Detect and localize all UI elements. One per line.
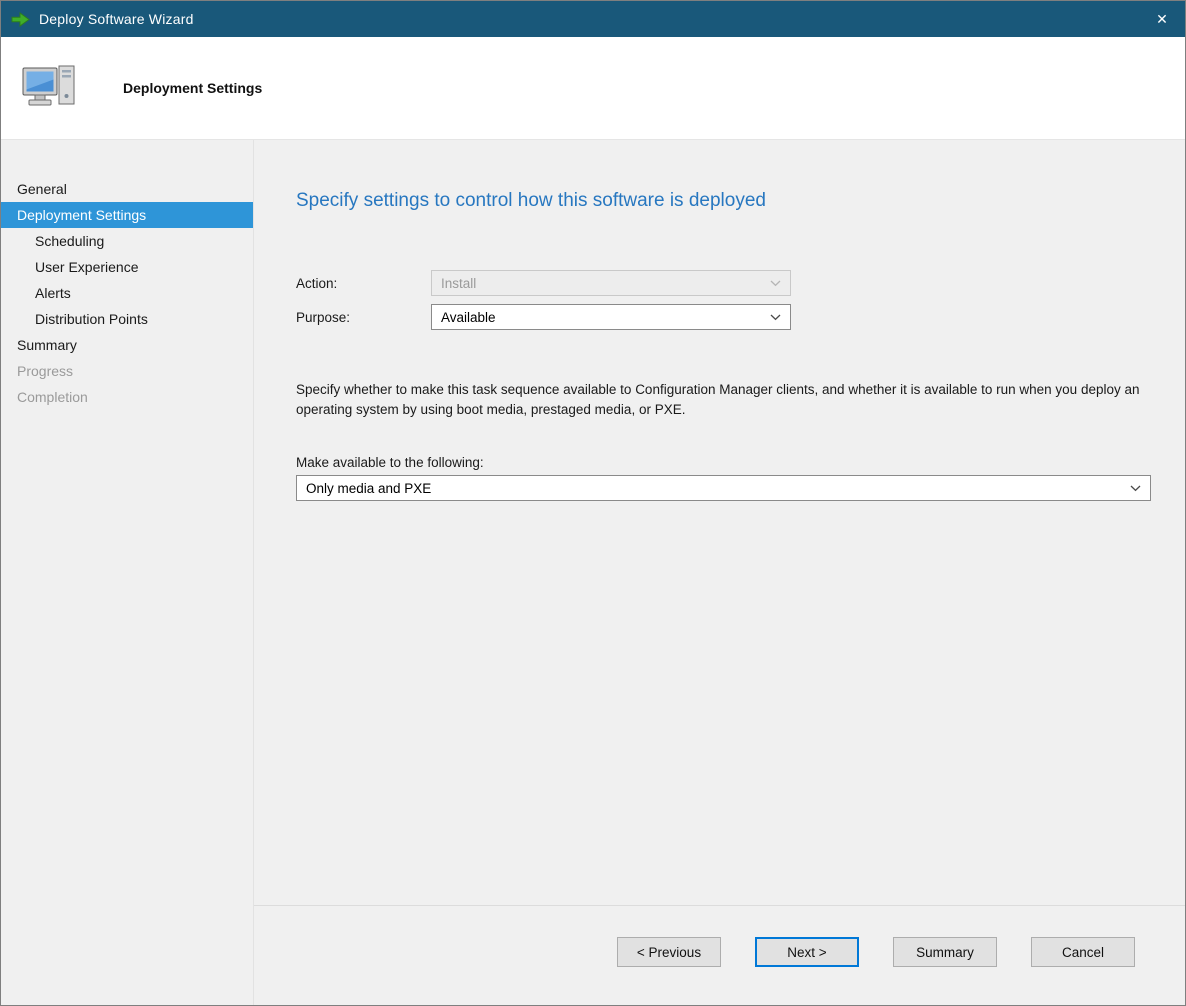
content-heading: Specify settings to control how this sof… xyxy=(296,190,1151,212)
close-icon[interactable]: ✕ xyxy=(1139,1,1185,37)
wizard-header: Deployment Settings xyxy=(1,37,1185,140)
action-value: Install xyxy=(441,276,476,291)
sidebar-item-scheduling[interactable]: Scheduling xyxy=(1,228,253,254)
chevron-down-icon xyxy=(770,314,781,321)
main-content: Specify settings to control how this sof… xyxy=(254,140,1185,905)
sidebar-item-completion: Completion xyxy=(1,384,253,410)
cancel-button[interactable]: Cancel xyxy=(1031,937,1135,967)
chevron-down-icon xyxy=(770,280,781,287)
make-available-label: Make available to the following: xyxy=(296,455,1151,470)
page-title: Deployment Settings xyxy=(123,80,262,96)
sidebar-item-distribution-points[interactable]: Distribution Points xyxy=(1,306,253,332)
purpose-value: Available xyxy=(441,310,496,325)
action-select: Install xyxy=(431,270,791,296)
window-title: Deploy Software Wizard xyxy=(39,11,194,27)
next-button[interactable]: Next > xyxy=(755,937,859,967)
action-label: Action: xyxy=(296,276,431,291)
sidebar-item-summary[interactable]: Summary xyxy=(1,332,253,358)
sidebar-item-progress: Progress xyxy=(1,358,253,384)
sidebar-item-user-experience[interactable]: User Experience xyxy=(1,254,253,280)
sidebar-item-alerts[interactable]: Alerts xyxy=(1,280,253,306)
wizard-body: General Deployment Settings Scheduling U… xyxy=(1,140,1185,1005)
settings-form: Action: Install Purpose: Available xyxy=(296,270,1151,330)
chevron-down-icon xyxy=(1130,485,1141,492)
wizard-arrow-icon xyxy=(11,12,30,27)
sidebar-item-deployment-settings[interactable]: Deployment Settings xyxy=(1,202,253,228)
description-text: Specify whether to make this task sequen… xyxy=(296,380,1151,419)
computer-icon xyxy=(21,64,79,112)
summary-button[interactable]: Summary xyxy=(893,937,997,967)
make-available-select[interactable]: Only media and PXE xyxy=(296,475,1151,501)
make-available-value: Only media and PXE xyxy=(306,481,431,496)
wizard-footer: < Previous Next > Summary Cancel xyxy=(254,905,1185,1005)
deploy-software-wizard-window: Deploy Software Wizard ✕ Deployment Sett… xyxy=(0,0,1186,1006)
wizard-nav-sidebar: General Deployment Settings Scheduling U… xyxy=(1,140,254,1005)
sidebar-item-general[interactable]: General xyxy=(1,176,253,202)
purpose-select[interactable]: Available xyxy=(431,304,791,330)
purpose-label: Purpose: xyxy=(296,310,431,325)
previous-button[interactable]: < Previous xyxy=(617,937,721,967)
title-bar: Deploy Software Wizard ✕ xyxy=(1,1,1185,37)
